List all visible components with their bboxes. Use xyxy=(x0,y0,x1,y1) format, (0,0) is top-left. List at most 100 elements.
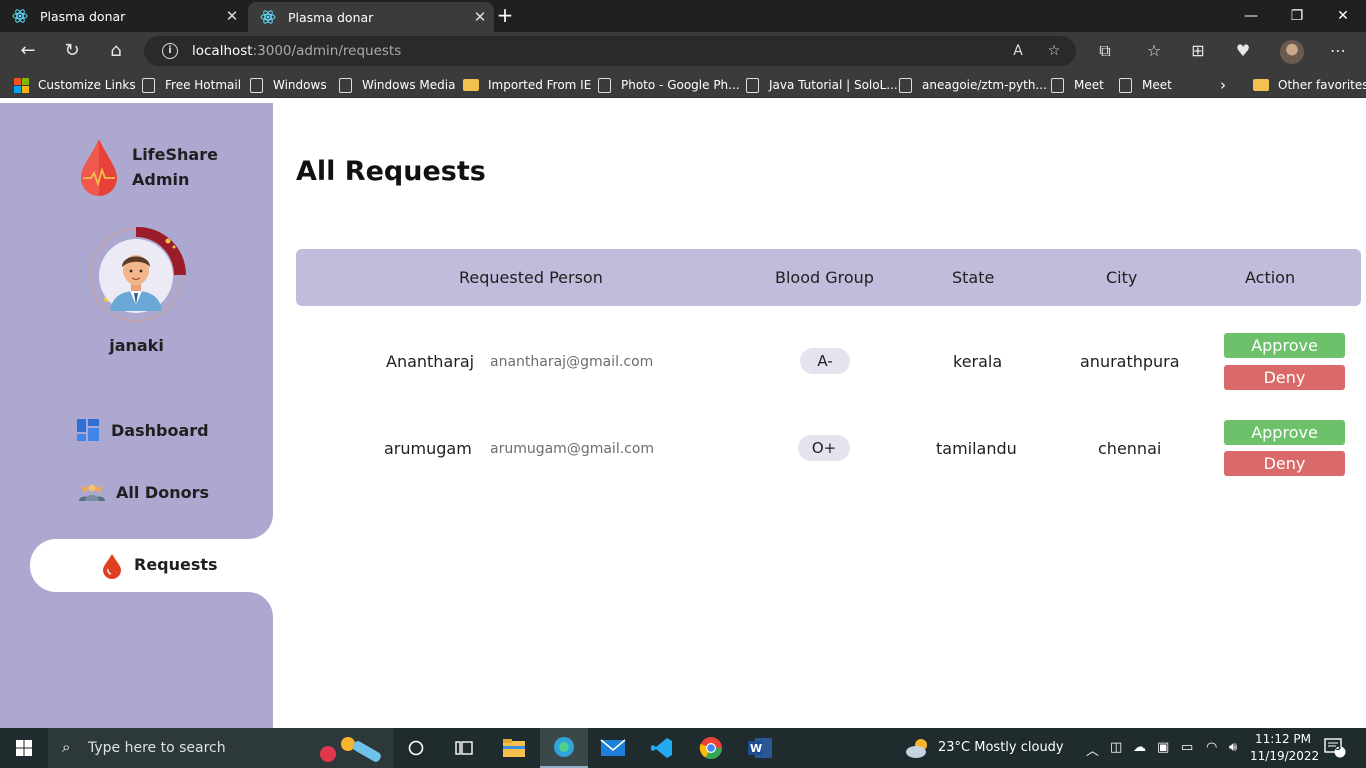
extensions-icon[interactable]: ⧉ xyxy=(1093,40,1117,62)
deny-button[interactable]: Deny xyxy=(1224,451,1345,476)
close-tab-icon[interactable]: ✕ xyxy=(466,8,494,26)
dashboard-icon xyxy=(77,419,99,441)
address-bar[interactable]: i localhost:3000/admin/requests A ☆ xyxy=(144,36,1076,66)
screen: Plasma donar ✕ Plasma donar ✕ + — ❐ ✕ ← … xyxy=(0,0,1366,768)
favorite-java-tutorial[interactable]: Java Tutorial | SoloL... xyxy=(746,76,898,94)
requester-email: anantharaj@gmail.com xyxy=(490,354,654,370)
close-window-icon[interactable]: ✕ xyxy=(1320,0,1366,32)
sidebar-item-label: Dashboard xyxy=(111,420,209,440)
system-clock[interactable]: 11:12 PM 11/19/2022 xyxy=(1250,731,1319,765)
notification-center-icon[interactable]: 5 xyxy=(1324,738,1346,762)
favorite-windows[interactable]: Windows xyxy=(250,76,327,94)
search-highlight-icon xyxy=(316,734,388,768)
table-row: Anantharaj anantharaj@gmail.com A- keral… xyxy=(296,333,1361,413)
collections-icon[interactable]: ⊞ xyxy=(1186,40,1210,62)
sidebar-item-label: Requests xyxy=(134,555,218,574)
react-icon xyxy=(260,9,276,25)
word-icon[interactable]: W xyxy=(736,728,784,768)
read-aloud-icon[interactable]: A xyxy=(1008,41,1028,61)
favorite-label: Photo - Google Ph... xyxy=(621,78,740,92)
favorites-icon[interactable]: ☆ xyxy=(1142,40,1166,62)
page-icon xyxy=(746,77,759,93)
favorite-ztm-python[interactable]: aneagoie/ztm-pyth... xyxy=(899,76,1047,94)
favorite-label: aneagoie/ztm-pyth... xyxy=(922,78,1047,92)
edge-browser-icon[interactable] xyxy=(540,728,588,768)
favorite-imported-from-ie[interactable]: Imported From IE xyxy=(463,76,591,94)
approve-button[interactable]: Approve xyxy=(1224,333,1345,358)
avatar xyxy=(86,225,190,329)
minimize-icon[interactable]: — xyxy=(1228,0,1274,32)
cortana-icon[interactable] xyxy=(392,728,440,768)
favorite-label: Other favorites xyxy=(1278,78,1366,92)
back-icon[interactable]: ← xyxy=(13,37,43,65)
more-icon[interactable]: ⋯ xyxy=(1326,40,1350,62)
favorite-meet-1[interactable]: Meet xyxy=(1051,76,1104,94)
onedrive-icon[interactable]: ☁ xyxy=(1133,740,1146,755)
volume-icon[interactable]: 🔊︎ xyxy=(1229,740,1237,755)
tab-title: Plasma donar xyxy=(288,9,374,25)
mail-icon[interactable] xyxy=(589,728,637,768)
microsoft-icon xyxy=(14,77,29,93)
display-icon[interactable]: ▣ xyxy=(1157,740,1169,755)
profile-avatar[interactable] xyxy=(1280,40,1304,64)
chevron-right-icon[interactable]: › xyxy=(1220,76,1226,94)
favorite-label: Free Hotmail xyxy=(165,78,242,92)
favorite-meet-2[interactable]: Meet xyxy=(1119,76,1172,94)
add-favorite-icon[interactable]: ☆ xyxy=(1044,41,1064,61)
active-tab-corner xyxy=(223,592,273,642)
brand-line2: Admin xyxy=(132,170,190,189)
sidebar-item-all-donors[interactable]: All Donors xyxy=(78,483,209,502)
weather-text[interactable]: 23°C Mostly cloudy xyxy=(938,740,1064,755)
weather-icon[interactable] xyxy=(904,736,932,764)
approve-button[interactable]: Approve xyxy=(1224,420,1345,445)
task-view-icon[interactable] xyxy=(440,728,488,768)
column-header: Requested Person xyxy=(459,268,603,287)
blood-group-badge: A- xyxy=(800,348,850,374)
wifi-icon[interactable]: ◠ xyxy=(1206,740,1217,755)
show-hidden-icons-icon[interactable]: ︿ xyxy=(1086,740,1099,759)
chrome-icon[interactable] xyxy=(687,728,735,768)
column-header: City xyxy=(1106,268,1138,287)
sidebar-item-dashboard[interactable]: Dashboard xyxy=(77,419,209,441)
column-header: Action xyxy=(1245,268,1296,287)
tab-plasma-donar-2[interactable]: Plasma donar ✕ xyxy=(248,2,494,32)
windows-start-icon[interactable] xyxy=(0,728,48,768)
favorite-free-hotmail[interactable]: Free Hotmail xyxy=(142,76,241,94)
close-tab-icon[interactable]: ✕ xyxy=(218,7,246,25)
table-row: arumugam arumugam@gmail.com O+ tamilandu… xyxy=(296,420,1361,500)
favorite-google-photos[interactable]: Photo - Google Ph... xyxy=(598,76,740,94)
reload-icon[interactable]: ↻ xyxy=(57,37,87,65)
table-header: Requested Person Blood Group State City … xyxy=(296,249,1361,306)
restore-icon[interactable]: ❐ xyxy=(1274,0,1320,32)
vscode-icon[interactable] xyxy=(638,728,686,768)
tab-title: Plasma donar xyxy=(40,8,126,24)
favorite-customize-links[interactable]: Customize Links xyxy=(14,76,136,94)
donors-icon xyxy=(79,484,105,501)
favorite-windows-media[interactable]: Windows Media xyxy=(339,76,455,94)
requester-name: Anantharaj xyxy=(386,352,475,371)
sidebar-item-requests[interactable]: Requests xyxy=(30,539,273,592)
blood-drop-icon xyxy=(103,554,121,579)
favorite-other-favorites[interactable]: Other favorites xyxy=(1253,76,1366,94)
page-icon xyxy=(142,77,155,93)
tab-plasma-donar-1[interactable]: Plasma donar ✕ xyxy=(0,0,246,32)
file-explorer-icon[interactable] xyxy=(490,728,538,768)
new-tab-icon[interactable]: + xyxy=(494,4,516,26)
main-content: All Requests Requested Person Blood Grou… xyxy=(296,103,1366,728)
taskbar-search[interactable]: ⌕ Type here to search xyxy=(48,728,393,768)
browser-tab-bar: Plasma donar ✕ Plasma donar ✕ + — ❐ ✕ xyxy=(0,0,1366,32)
folder-icon xyxy=(1253,79,1269,91)
username: janaki xyxy=(109,336,164,355)
favorite-label: Java Tutorial | SoloL... xyxy=(769,78,898,92)
deny-button[interactable]: Deny xyxy=(1224,365,1345,390)
column-header: Blood Group xyxy=(775,268,874,287)
health-icon[interactable]: ♥ xyxy=(1231,40,1255,62)
url-path: :3000/admin/requests xyxy=(252,43,402,59)
sidebar: LifeShare Admin janaki Dashboard All Don… xyxy=(0,103,273,728)
windows-taskbar: ⌕ Type here to search W 23°C Mostly clou… xyxy=(0,728,1366,768)
meet-now-icon[interactable]: ◫ xyxy=(1110,740,1122,755)
favorite-label: Meet xyxy=(1142,78,1172,92)
home-icon[interactable]: ⌂ xyxy=(101,37,131,65)
battery-icon[interactable]: ▭ xyxy=(1181,740,1193,755)
info-icon[interactable]: i xyxy=(162,43,178,59)
